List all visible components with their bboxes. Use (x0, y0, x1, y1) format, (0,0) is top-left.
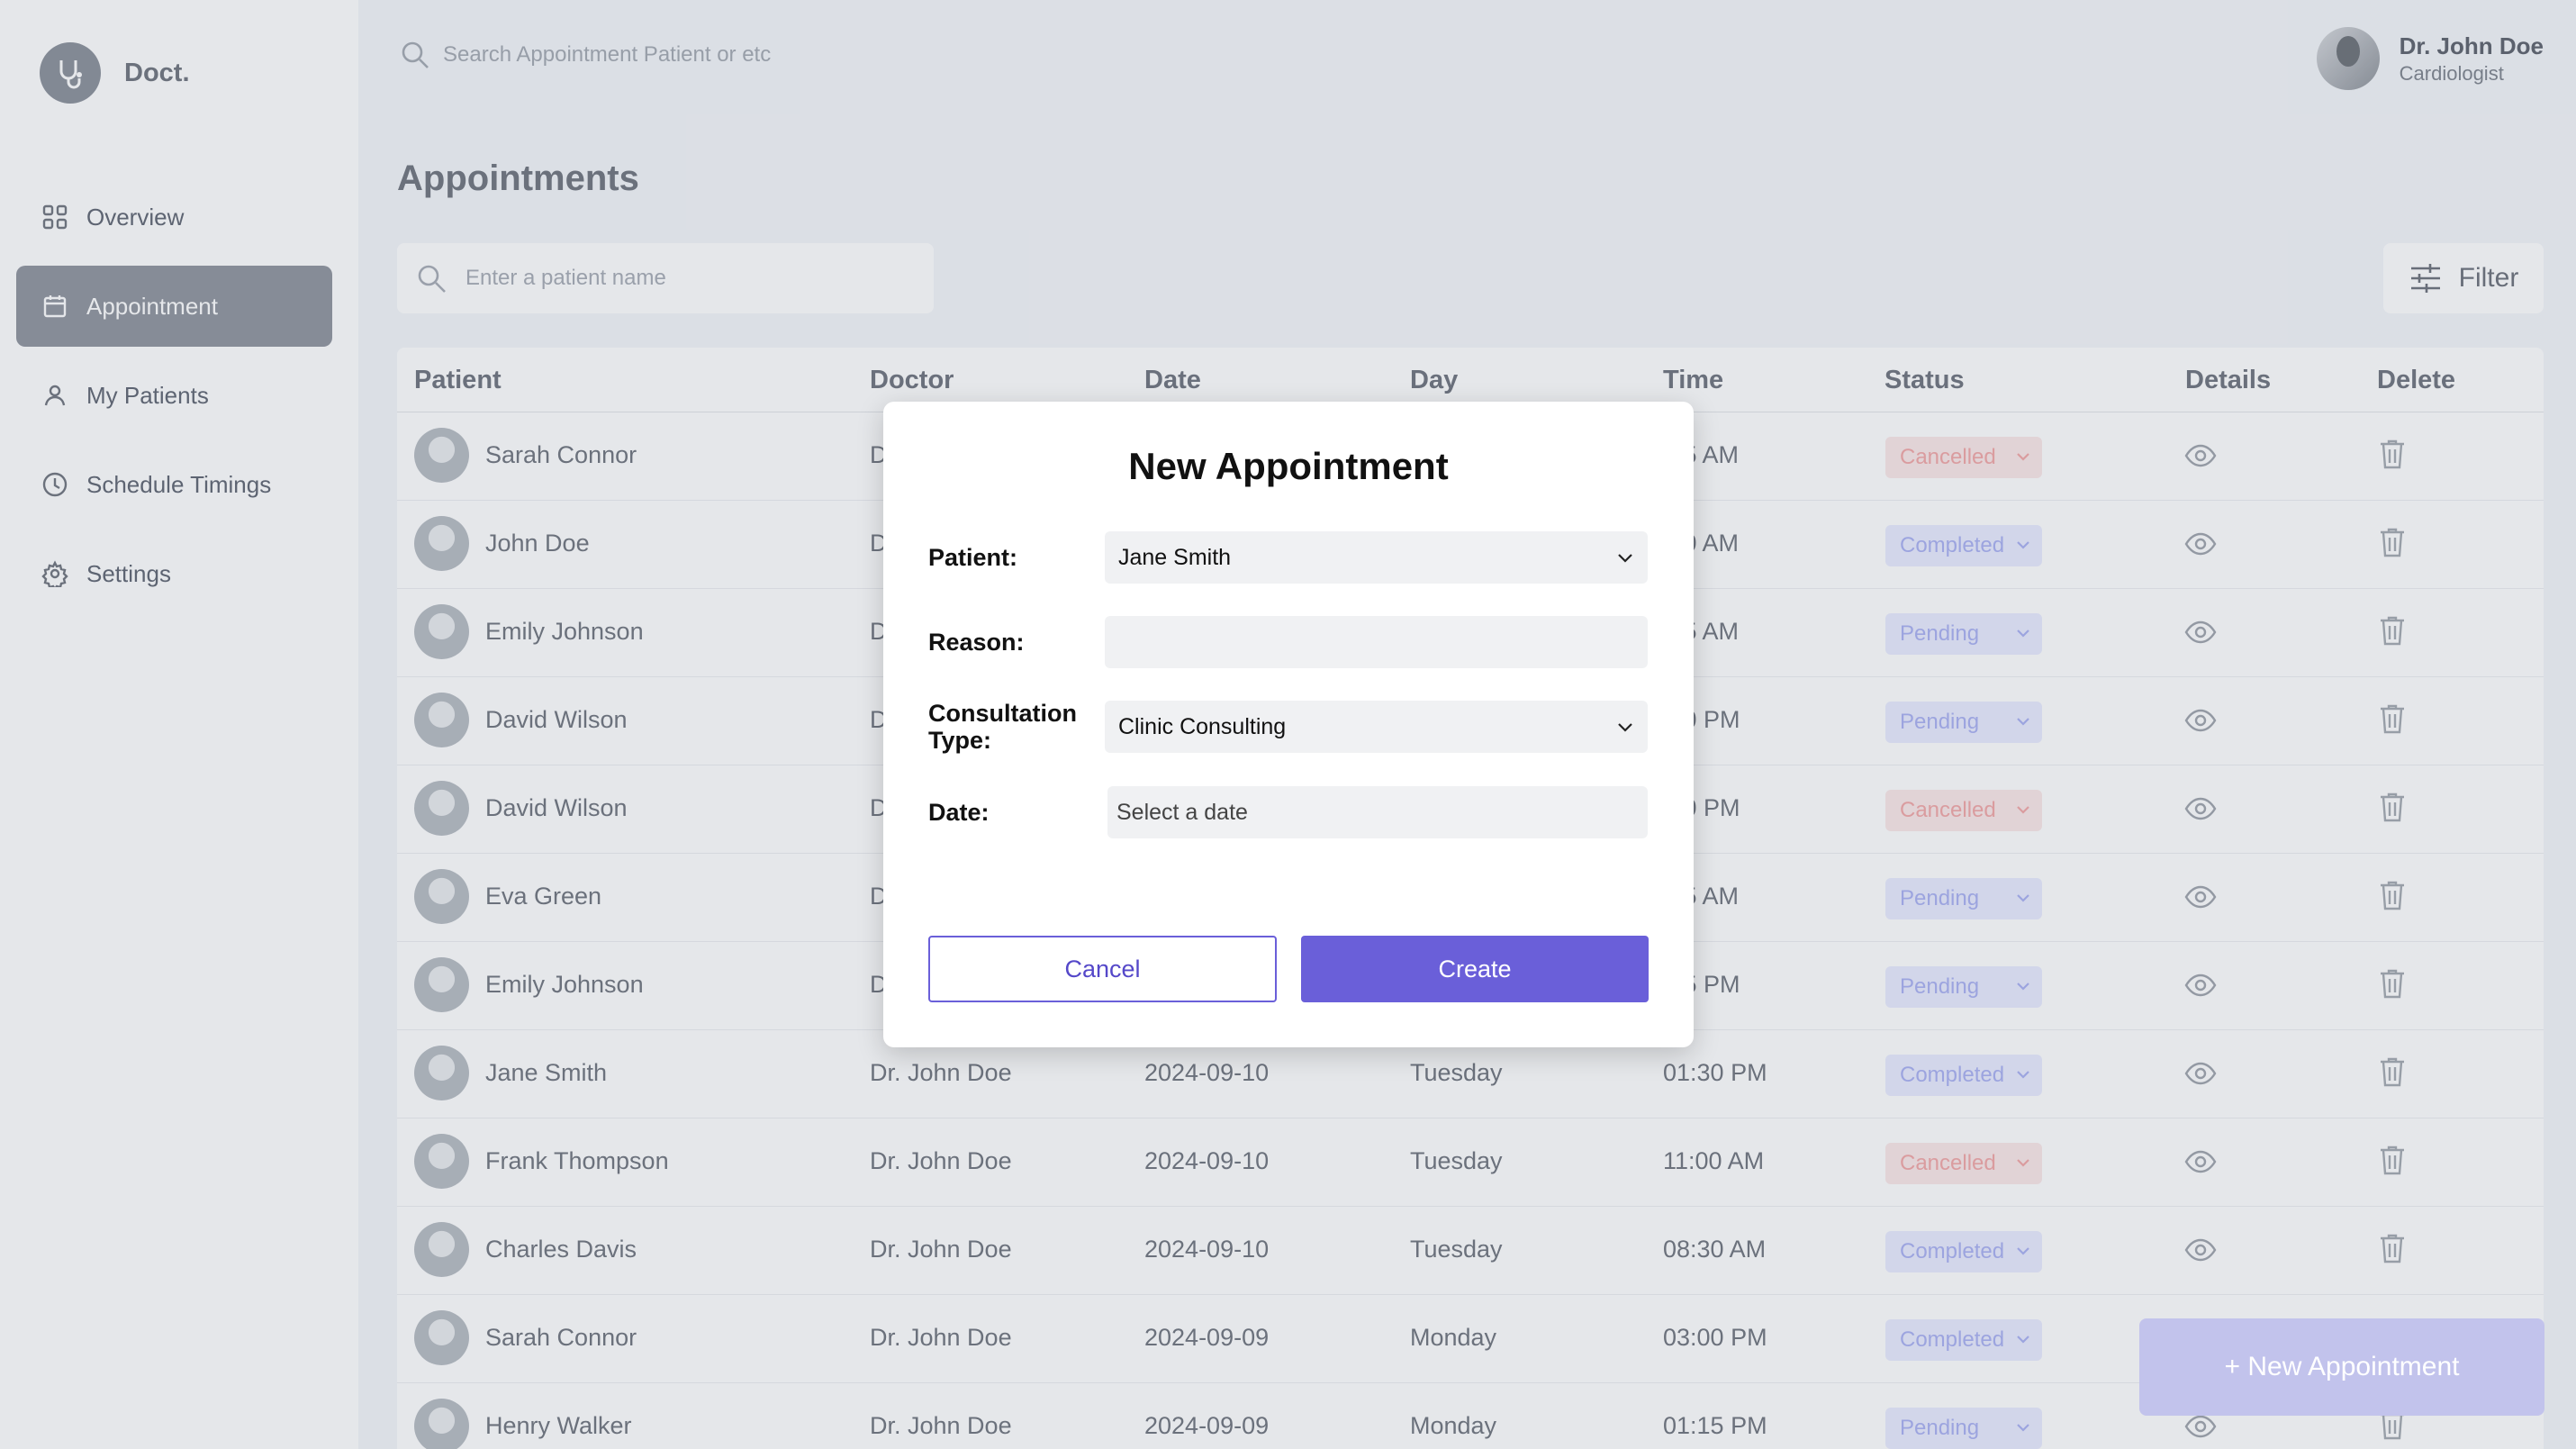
reason-label: Reason: (928, 629, 1025, 656)
cancel-button[interactable]: Cancel (928, 936, 1277, 1002)
create-button[interactable]: Create (1301, 936, 1649, 1002)
consultation-type-select[interactable]: Clinic Consulting (1105, 701, 1648, 753)
patient-select-value: Jane Smith (1118, 544, 1232, 570)
patient-select[interactable]: Jane Smith (1105, 531, 1648, 584)
reason-input[interactable] (1105, 616, 1648, 668)
consultation-type-label: Consultation Type: (928, 700, 1077, 754)
chevron-down-icon (1618, 554, 1632, 563)
consultation-type-value: Clinic Consulting (1118, 713, 1287, 739)
consultation-label-line-1: Consultation (928, 700, 1077, 727)
date-label: Date: (928, 799, 990, 826)
date-input[interactable]: Select a date (1107, 786, 1648, 838)
new-appointment-modal: New Appointment Patient: Jane Smith Reas… (883, 402, 1694, 1047)
new-appointment-button[interactable]: + New Appointment (2139, 1318, 2544, 1416)
modal-title: New Appointment (1128, 445, 1449, 487)
chevron-down-icon (1618, 723, 1632, 732)
date-placeholder: Select a date (1116, 799, 1248, 825)
patient-label: Patient: (928, 544, 1018, 571)
consultation-label-line-2: Type: (928, 727, 992, 754)
